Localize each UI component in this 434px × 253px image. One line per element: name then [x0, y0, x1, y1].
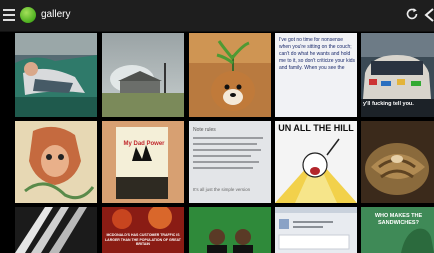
photo-snake[interactable] — [361, 121, 434, 203]
menu-icon[interactable] — [3, 9, 15, 21]
action-bar: gallery — [0, 0, 434, 32]
notes-footer: It's all just the simple version — [193, 187, 251, 192]
photo-storm-house[interactable] — [102, 33, 184, 117]
raptor-text: WHO MAKES THE SANDWICHES? — [374, 213, 423, 226]
photo-man-on-couch[interactable] — [15, 33, 97, 117]
car-caption: y'll fucking tell you. — [363, 101, 414, 107]
photo-printed-notes[interactable]: Note rules It's all just the simple vers… — [189, 121, 271, 203]
notes-heading: Note rules — [193, 127, 216, 133]
meme-text: UN ALL THE HILL — [278, 123, 354, 133]
photo-handwritten-note[interactable]: I've got no time for nonsense when you'r… — [275, 33, 357, 117]
photo-basketball-players[interactable] — [189, 207, 271, 253]
quote-text: MCDONALD'S HAS CUSTOMER TRAFFIC IS LARGE… — [105, 233, 181, 246]
photo-stickered-car[interactable]: y'll fucking tell you. — [361, 33, 434, 117]
note-text: I've got no time for nonsense when you'r… — [279, 37, 355, 71]
back-icon[interactable] — [424, 8, 434, 22]
meme-drawing — [275, 138, 357, 203]
app-title: gallery — [41, 9, 71, 20]
app-icon — [20, 7, 36, 23]
photo-fast-food-quote[interactable]: MCDONALD'S HAS CUSTOMER TRAFFIC IS LARGE… — [102, 207, 184, 253]
book-title: My Dad Power — [123, 141, 165, 147]
photo-raptor-meme[interactable]: WHO MAKES THE SANDWICHES? — [361, 207, 434, 253]
photo-book-cover[interactable]: My Dad Power — [102, 121, 184, 203]
photo-screenshot[interactable] — [275, 207, 357, 253]
notes-lines — [193, 137, 263, 169]
gallery-screen: gallery I've got no time for nonsense wh… — [0, 0, 434, 253]
photo-architecture[interactable] — [15, 207, 97, 253]
refresh-icon[interactable] — [405, 7, 419, 21]
photo-dog-with-plant[interactable] — [189, 33, 271, 117]
photo-all-the-things-meme[interactable]: UN ALL THE HILL — [275, 121, 357, 203]
photo-clay-sculpture[interactable] — [15, 121, 97, 203]
photo-grid: I've got no time for nonsense when you'r… — [0, 31, 434, 253]
